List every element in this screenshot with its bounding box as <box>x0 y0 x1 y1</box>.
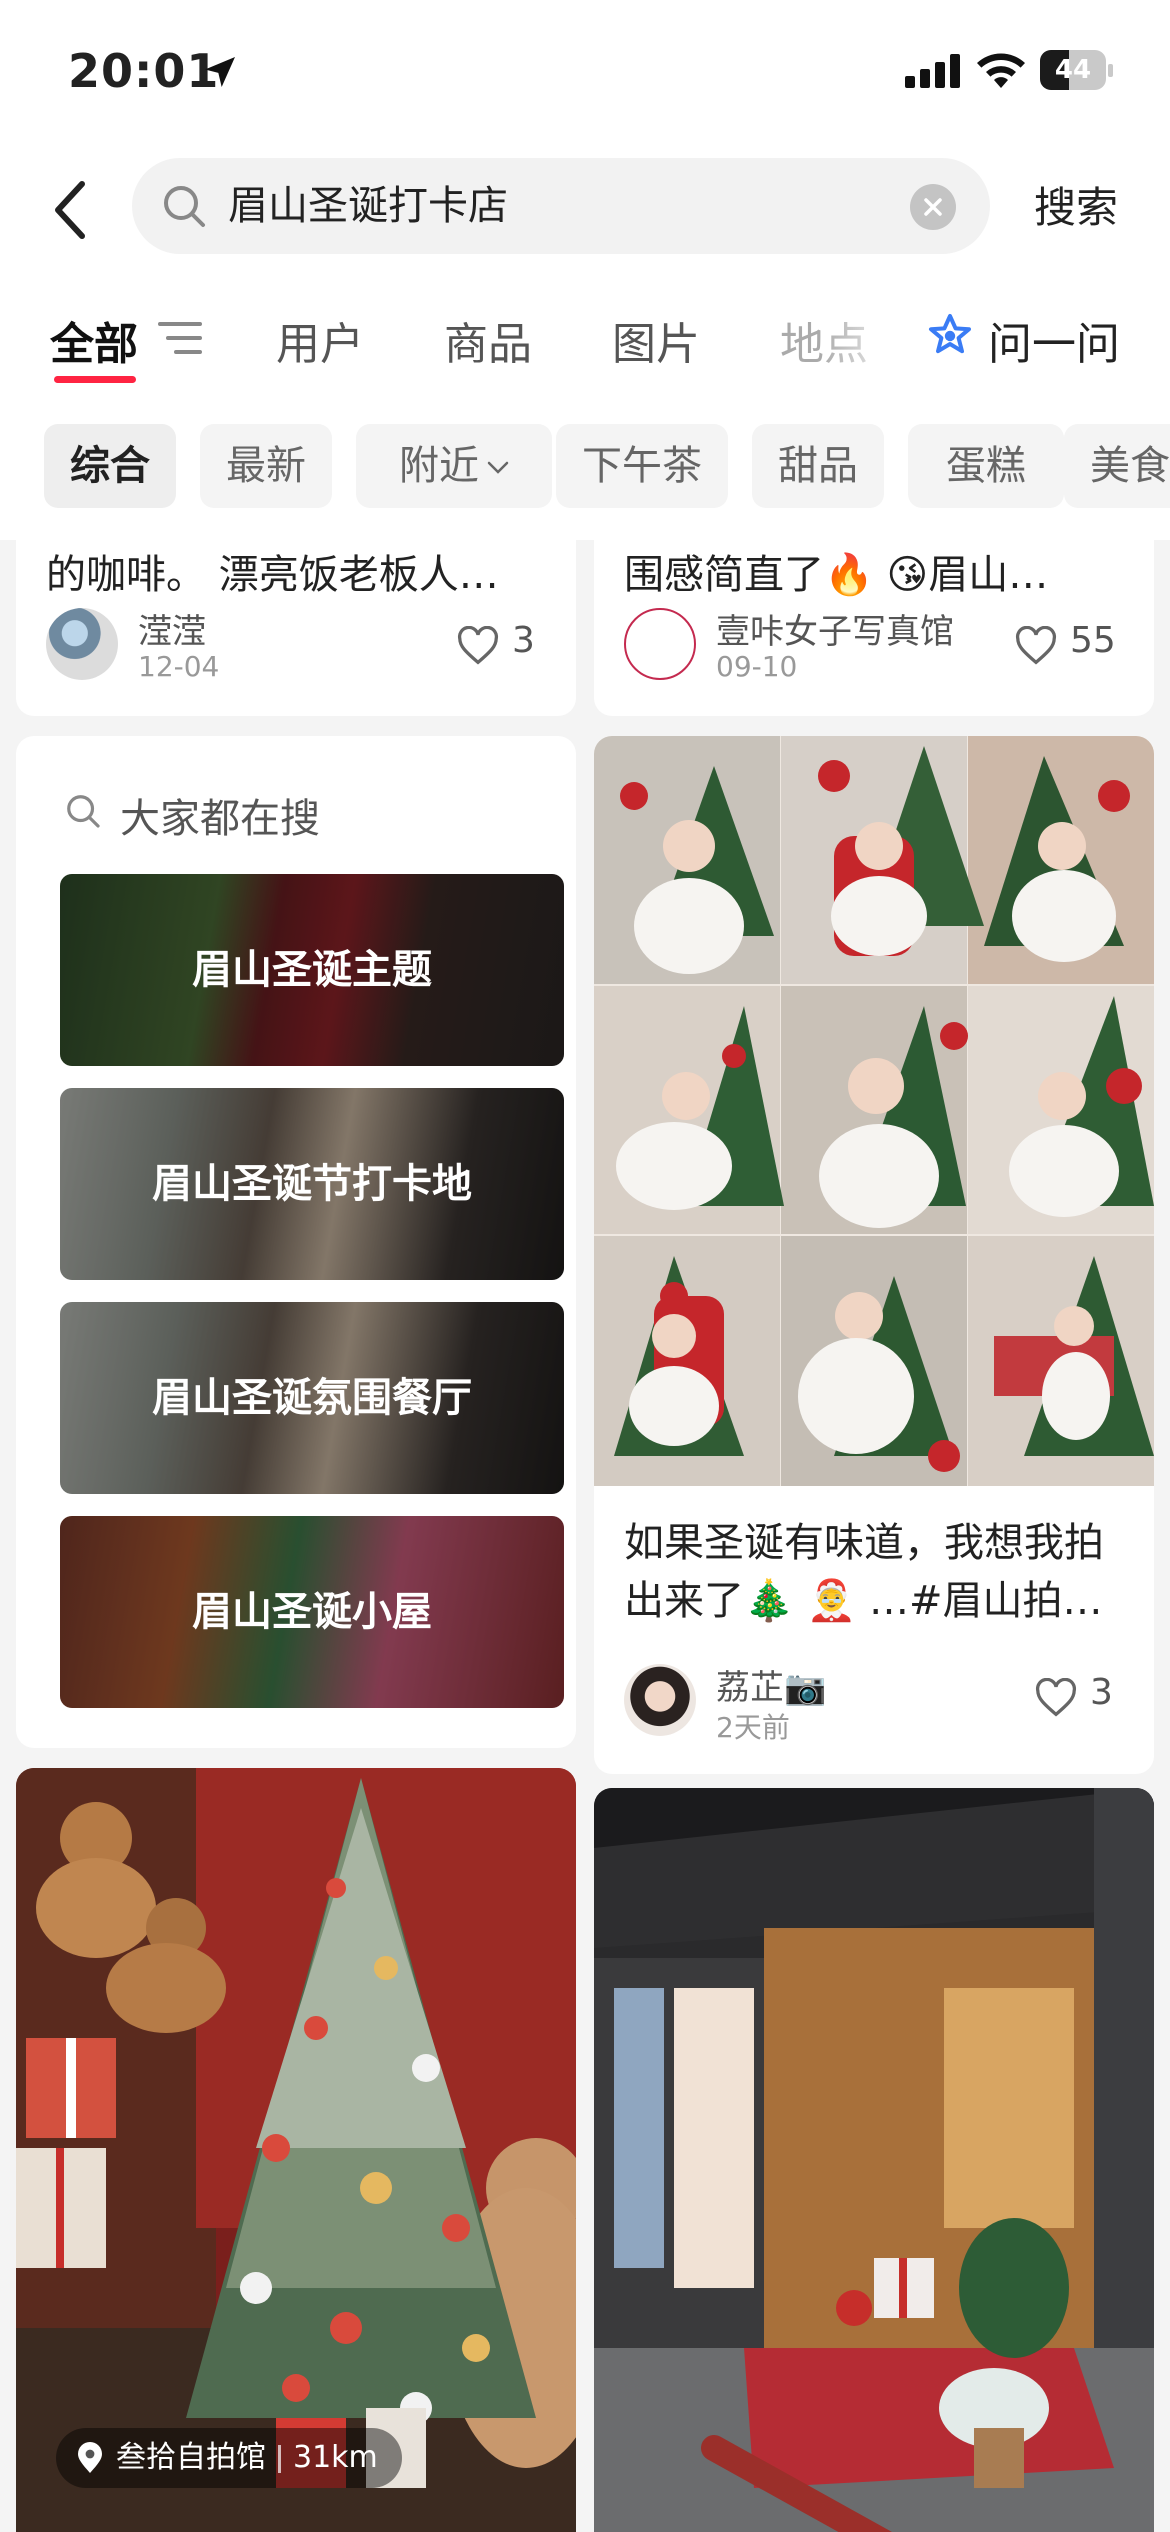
tab-all[interactable]: 全部 <box>50 308 138 372</box>
hot-search-item-label: 眉山圣诞节打卡地 <box>152 1161 472 1207</box>
note-cover-image <box>594 736 1154 1486</box>
post-date: 09-10 <box>716 650 798 683</box>
chip-latest[interactable]: 最新 <box>200 424 332 508</box>
status-bar: 20:01 44 <box>0 0 1170 150</box>
results-feed: 的咖啡。 漂亮饭老板人… 滢滢 12-04 3 围感简直了🔥 😘眉山… 壹咔女子… <box>0 540 1170 2532</box>
note-title: 围感简直了🔥 😘眉山… <box>624 552 1049 598</box>
note-title: 的咖啡。 漂亮饭老板人… <box>46 552 499 598</box>
author-name: 荔芷📷 <box>716 1668 827 1708</box>
search-icon <box>67 795 100 828</box>
chip-nearby[interactable]: 附近 <box>356 424 552 508</box>
heart-icon <box>457 626 499 665</box>
photo-grid-image <box>594 736 1154 1486</box>
tab-images[interactable]: 图片 <box>612 308 700 372</box>
cellular-signal-icon <box>905 54 960 88</box>
search-icon <box>164 186 205 227</box>
author-name: 滢滢 <box>138 612 206 652</box>
search-tabs: 全部 用户 商品 图片 地点 问一问 <box>0 270 1170 390</box>
author-name: 壹咔女子写真馆 <box>716 612 954 652</box>
battery-percent: 44 <box>1054 55 1092 85</box>
search-header: 眉山圣诞打卡店 搜索 <box>0 150 1170 270</box>
location-distance: 31km <box>293 2440 378 2475</box>
avatar <box>624 608 696 680</box>
like-button[interactable]: 3 <box>1034 1670 1124 1730</box>
filter-chips: 综合 最新 附近 下午茶 甜品 蛋糕 美食 <box>0 390 1170 540</box>
tab-products[interactable]: 商品 <box>444 308 532 372</box>
note-author[interactable]: 壹咔女子写真馆 09-10 <box>624 608 1044 683</box>
tab-fade-overlay <box>820 290 910 380</box>
chip-cakes[interactable]: 蛋糕 <box>908 424 1064 508</box>
heart-icon <box>1015 626 1057 665</box>
filter-icon[interactable] <box>158 318 202 358</box>
wifi-icon <box>977 53 1025 88</box>
tab-users[interactable]: 用户 <box>276 308 364 372</box>
like-count: 3 <box>1090 1672 1113 1713</box>
chip-afternoon-tea[interactable]: 下午茶 <box>556 424 728 508</box>
like-count: 3 <box>512 620 535 661</box>
hot-search-item-label: 眉山圣诞主题 <box>192 947 432 993</box>
note-title-line-1: 如果圣诞有味道，我想我拍 <box>624 1520 1104 1566</box>
hot-search-item[interactable]: 眉山圣诞氛围餐厅 <box>60 1302 564 1494</box>
location-badge[interactable]: 叁拾自拍馆 31km <box>56 2428 402 2488</box>
christmas-tree-image <box>16 1768 576 2532</box>
search-input[interactable]: 眉山圣诞打卡店 <box>132 158 990 254</box>
search-query: 眉山圣诞打卡店 <box>228 183 508 229</box>
note-card[interactable]: 围感简直了🔥 😘眉山… 壹咔女子写真馆 09-10 55 <box>594 540 1154 716</box>
note-card[interactable]: 如果圣诞有味道，我想我拍 出来了🎄 🤶 …#眉山拍… 荔芷📷 2天前 3 <box>594 736 1154 1774</box>
active-tab-indicator <box>54 376 136 383</box>
hot-search-title: 大家都在搜 <box>120 796 320 842</box>
close-icon <box>924 198 942 216</box>
status-time: 20:01 <box>68 44 220 98</box>
chevron-down-icon <box>487 461 509 474</box>
tab-ask[interactable]: 问一问 <box>988 308 1120 372</box>
storefront-image <box>594 1788 1154 2532</box>
heart-icon <box>1035 1678 1077 1717</box>
battery-indicator: 44 <box>1040 50 1113 90</box>
note-title-line-2: 出来了🎄 🤶 …#眉山拍… <box>624 1578 1103 1624</box>
chip-comprehensive[interactable]: 综合 <box>44 424 176 508</box>
location-arrow-icon <box>205 57 235 87</box>
search-button[interactable]: 搜索 <box>1034 174 1118 235</box>
hot-search-item[interactable]: 眉山圣诞节打卡地 <box>60 1088 564 1280</box>
chip-nearby-label: 附近 <box>399 443 479 489</box>
hot-search-item-label: 眉山圣诞氛围餐厅 <box>152 1375 472 1421</box>
like-button[interactable]: 55 <box>1014 618 1124 678</box>
note-card[interactable]: 的咖啡。 漂亮饭老板人… 滢滢 12-04 3 <box>16 540 576 716</box>
back-icon[interactable] <box>50 180 90 240</box>
avatar <box>46 608 118 680</box>
clear-search-button[interactable] <box>910 184 956 230</box>
location-pin-icon <box>78 2442 102 2473</box>
post-date: 12-04 <box>138 650 220 683</box>
like-button[interactable]: 3 <box>456 618 546 678</box>
chip-food[interactable]: 美食 <box>1064 424 1170 508</box>
note-author[interactable]: 滢滢 12-04 <box>46 608 446 683</box>
hot-search-item-label: 眉山圣诞小屋 <box>192 1589 432 1635</box>
note-card[interactable]: 叁拾自拍馆 31km <box>16 1768 576 2532</box>
like-count: 55 <box>1070 620 1116 661</box>
hot-search-item[interactable]: 眉山圣诞主题 <box>60 874 564 1066</box>
note-cover-image <box>16 1768 576 2532</box>
avatar <box>624 1664 696 1736</box>
note-card[interactable] <box>594 1788 1154 2532</box>
ask-sparkle-icon[interactable] <box>924 312 976 364</box>
location-name: 叁拾自拍馆 <box>116 2440 266 2475</box>
chip-desserts[interactable]: 甜品 <box>752 424 884 508</box>
hot-search-card: 大家都在搜 眉山圣诞主题 眉山圣诞节打卡地 眉山圣诞氛围餐厅 眉山圣诞小屋 <box>16 736 576 1748</box>
post-date: 2天前 <box>716 1711 790 1744</box>
note-cover-image <box>594 1788 1154 2532</box>
note-author[interactable]: 荔芷📷 2天前 <box>624 1664 1024 1744</box>
hot-search-item[interactable]: 眉山圣诞小屋 <box>60 1516 564 1708</box>
